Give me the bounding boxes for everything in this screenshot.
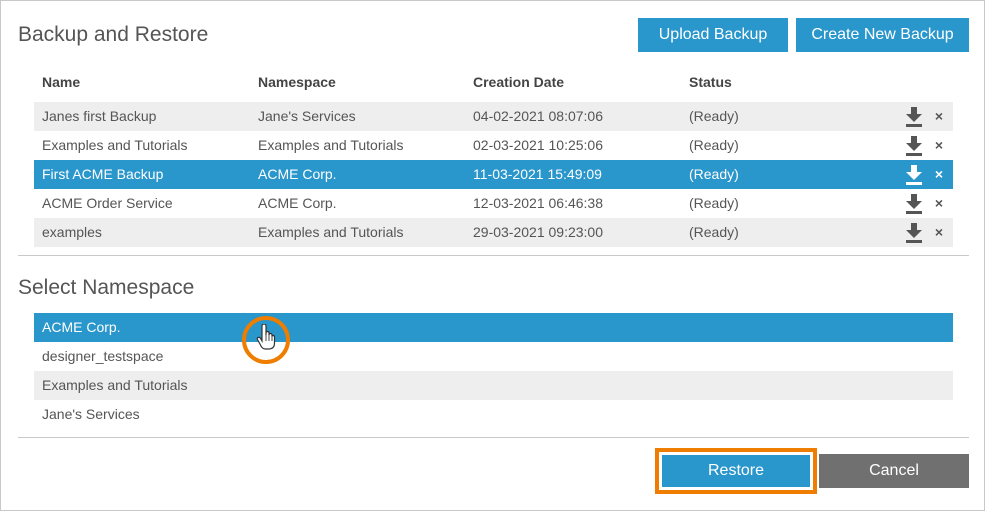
close-icon[interactable]: ×	[933, 131, 945, 160]
backup-namespace-cell: ACME Corp.	[258, 166, 337, 182]
backup-date-cell: 12-03-2021 06:46:38	[473, 195, 603, 211]
create-new-backup-button[interactable]: Create New Backup	[796, 18, 969, 52]
upload-backup-button[interactable]: Upload Backup	[638, 18, 788, 52]
dialog-title: Backup and Restore	[18, 23, 209, 46]
header-namespace[interactable]: Namespace	[258, 67, 336, 97]
table-row[interactable]: Examples and Tutorials Examples and Tutor…	[34, 131, 953, 160]
download-icon[interactable]	[905, 136, 923, 156]
close-icon[interactable]: ×	[933, 102, 945, 131]
header-name[interactable]: Name	[42, 67, 80, 97]
backup-date-cell: 11-03-2021 15:49:09	[473, 166, 602, 182]
backup-date-cell: 02-03-2021 10:25:06	[473, 137, 603, 153]
backup-name-cell: Examples and Tutorials	[42, 137, 188, 153]
backups-table: Name Namespace Creation Date Status Jane…	[34, 67, 953, 247]
backup-namespace-cell: Examples and Tutorials	[258, 224, 404, 240]
backup-name-cell: ACME Order Service	[42, 195, 173, 211]
download-icon[interactable]	[905, 194, 923, 214]
backup-rows: Janes first Backup Jane's Services 04-02-2…	[34, 102, 953, 247]
close-icon[interactable]: ×	[933, 160, 945, 189]
header-creation-date[interactable]: Creation Date	[473, 67, 564, 97]
backup-status-cell: (Ready)	[689, 195, 739, 211]
backup-namespace-cell: Examples and Tutorials	[258, 137, 404, 153]
namespace-item[interactable]: Examples and Tutorials	[34, 371, 953, 400]
namespace-list: ACME Corp. designer_testspace Examples and…	[34, 313, 953, 429]
backup-name-cell: First ACME Backup	[42, 166, 164, 182]
download-icon[interactable]	[905, 107, 923, 127]
backup-namespace-cell: Jane's Services	[258, 108, 356, 124]
footer-divider	[18, 437, 969, 438]
download-icon[interactable]	[905, 223, 923, 243]
restore-button[interactable]: Restore	[662, 455, 810, 487]
backup-date-cell: 04-02-2021 08:07:06	[473, 108, 603, 124]
namespace-item[interactable]: designer_testspace	[34, 342, 953, 371]
section-divider	[18, 255, 969, 256]
namespace-item[interactable]: ACME Corp.	[34, 313, 953, 342]
backup-namespace-cell: ACME Corp.	[258, 195, 337, 211]
backup-status-cell: (Ready)	[689, 166, 739, 182]
cancel-button[interactable]: Cancel	[819, 454, 969, 488]
header-status[interactable]: Status	[689, 67, 732, 97]
backup-status-cell: (Ready)	[689, 137, 739, 153]
backup-name-cell: Janes first Backup	[42, 108, 157, 124]
backup-date-cell: 29-03-2021 09:23:00	[473, 224, 603, 240]
close-icon[interactable]: ×	[933, 189, 945, 218]
namespace-section-title: Select Namespace	[18, 276, 195, 299]
table-row[interactable]: examples Examples and Tutorials 29-03-2021…	[34, 218, 953, 247]
table-header: Name Namespace Creation Date Status	[34, 67, 953, 102]
table-row[interactable]: ACME Order Service ACME Corp. 12-03-2021 0…	[34, 189, 953, 218]
backup-status-cell: (Ready)	[689, 224, 739, 240]
namespace-item[interactable]: Jane's Services	[34, 400, 953, 429]
close-icon[interactable]: ×	[933, 218, 945, 247]
backup-name-cell: examples	[42, 224, 102, 240]
download-icon[interactable]	[905, 165, 923, 185]
hand-pointer-icon	[256, 324, 276, 350]
backup-restore-dialog: Backup and Restore Upload Backup Create …	[0, 0, 985, 511]
backup-status-cell: (Ready)	[689, 108, 739, 124]
table-row[interactable]: Janes first Backup Jane's Services 04-02-2…	[34, 102, 953, 131]
restore-button-highlight: Restore	[655, 448, 817, 494]
table-row[interactable]: First ACME Backup ACME Corp. 11-03-2021 15…	[34, 160, 953, 189]
